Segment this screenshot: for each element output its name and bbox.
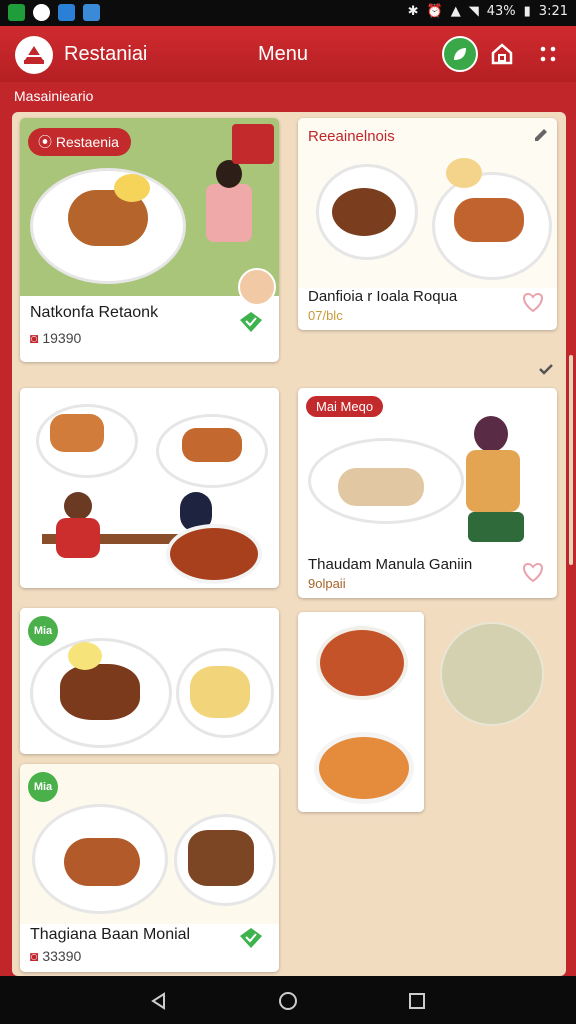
food-image xyxy=(298,612,424,812)
scrollbar[interactable] xyxy=(569,355,573,565)
category-tag: Mia xyxy=(28,616,58,646)
profile-button[interactable] xyxy=(442,36,478,72)
restaurant-badge: ⦿ Restaenia xyxy=(28,128,131,156)
card-title: Thaudam Manula Ganiin xyxy=(308,556,473,573)
app-logo-icon[interactable] xyxy=(15,36,53,74)
recents-icon[interactable] xyxy=(404,988,430,1014)
menu-card[interactable]: Mia Thagiana Baan Monial ◙ 33390 xyxy=(20,764,279,972)
signal-icon: ▲ xyxy=(450,4,461,19)
wifi-icon: ◥ xyxy=(468,4,479,19)
menu-card[interactable]: Reeainelnois Danfioia r Ioala Roqua 07/b… xyxy=(298,118,557,330)
page-title: Menu xyxy=(258,43,309,65)
more-options-icon[interactable] xyxy=(530,36,566,72)
card-meta: 9olpaii xyxy=(308,576,346,591)
location-icon: ⦿ xyxy=(38,134,56,150)
menu-card[interactable]: Mai Meqo Thaudam Manula Ganiin 9olpaii xyxy=(298,388,557,598)
app-notification-icon xyxy=(33,4,50,21)
card-meta: 07/blc xyxy=(308,308,343,323)
verified-icon xyxy=(238,310,264,334)
app-name: Restaniai xyxy=(64,43,148,65)
battery-percent: 43% xyxy=(486,4,516,19)
restaurant-badge: Mai Meqo xyxy=(306,396,384,417)
app-notification-icon xyxy=(8,4,25,21)
price-icon: ◙ xyxy=(30,948,43,964)
card-meta: ◙ 19390 xyxy=(30,330,82,346)
food-image xyxy=(20,608,279,754)
alarm-icon: ⏰ xyxy=(426,4,443,19)
card-title: Natkonfa Retaonk xyxy=(30,304,159,321)
status-bar: ✱ ⏰ ▲ ◥ 43% ▮ 3:21 xyxy=(0,0,576,26)
food-image xyxy=(20,388,279,588)
menu-card[interactable] xyxy=(20,388,279,588)
price-icon: ◙ xyxy=(30,330,43,346)
battery-icon: ▮ xyxy=(523,4,531,19)
card-title: Thagiana Baan Monial xyxy=(30,926,191,943)
menu-card[interactable]: ⦿ Restaenia Natkonfa Retaonk ◙ 19390 xyxy=(20,118,279,362)
home-nav-icon[interactable] xyxy=(275,988,301,1014)
verified-icon xyxy=(238,926,264,950)
favorite-heart-icon[interactable] xyxy=(520,290,546,319)
card-title: Danfioia r Ioala Roqua xyxy=(308,288,458,305)
checkmark-icon xyxy=(538,362,554,381)
home-icon[interactable] xyxy=(484,36,520,72)
menu-card[interactable] xyxy=(298,612,424,812)
breadcrumb[interactable]: Masainieario xyxy=(14,88,93,104)
favorite-heart-icon[interactable] xyxy=(520,560,546,589)
category-tag: Mia xyxy=(28,772,58,802)
bluetooth-icon: ✱ xyxy=(407,4,419,19)
cloud-icon xyxy=(58,4,75,21)
download-icon xyxy=(83,4,100,21)
decorative-disc xyxy=(440,622,544,726)
card-meta: ◙ 33390 xyxy=(30,948,82,964)
clock: 3:21 xyxy=(538,4,568,19)
restaurant-badge: Reeainelnois xyxy=(308,128,395,145)
back-icon[interactable] xyxy=(146,988,172,1014)
menu-card[interactable]: Mia xyxy=(20,608,279,754)
food-image xyxy=(20,764,279,924)
edit-icon[interactable] xyxy=(532,126,550,149)
